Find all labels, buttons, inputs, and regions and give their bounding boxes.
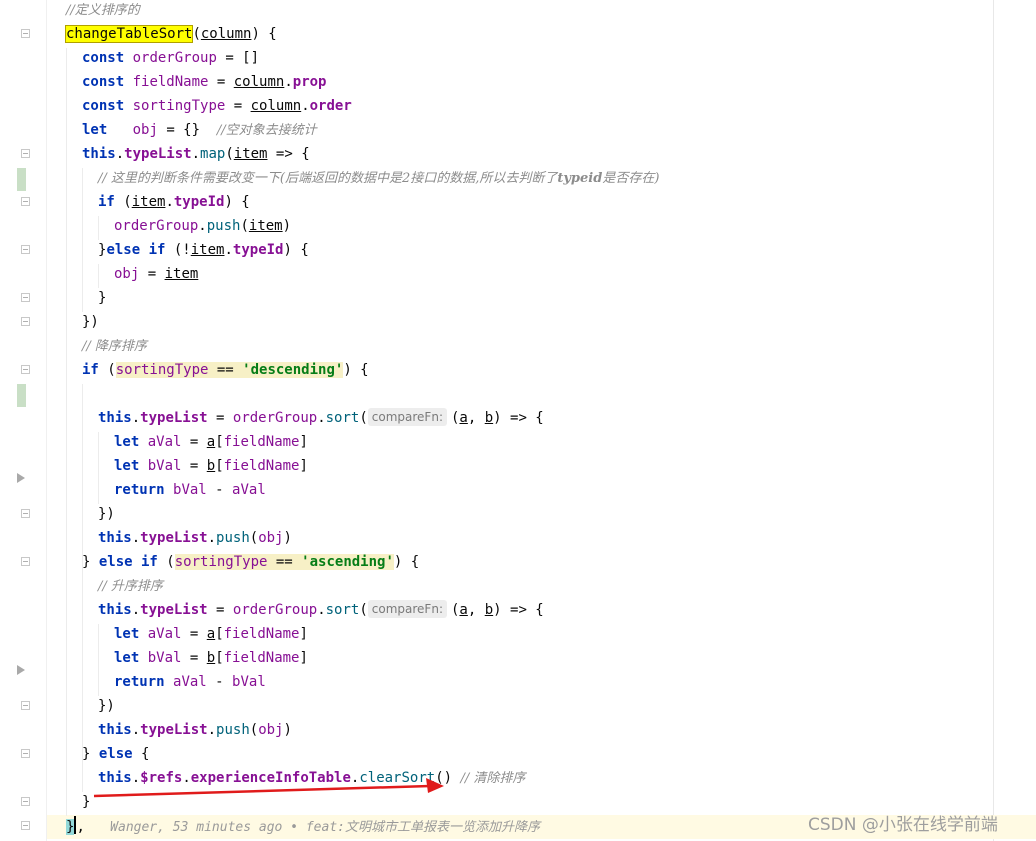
csdn-watermark: CSDN @小张在线学前端 bbox=[808, 815, 998, 835]
annotation-arrow-head bbox=[426, 778, 444, 793]
annotation-arrow-line bbox=[93, 784, 431, 798]
annotation-arrow bbox=[93, 778, 444, 798]
